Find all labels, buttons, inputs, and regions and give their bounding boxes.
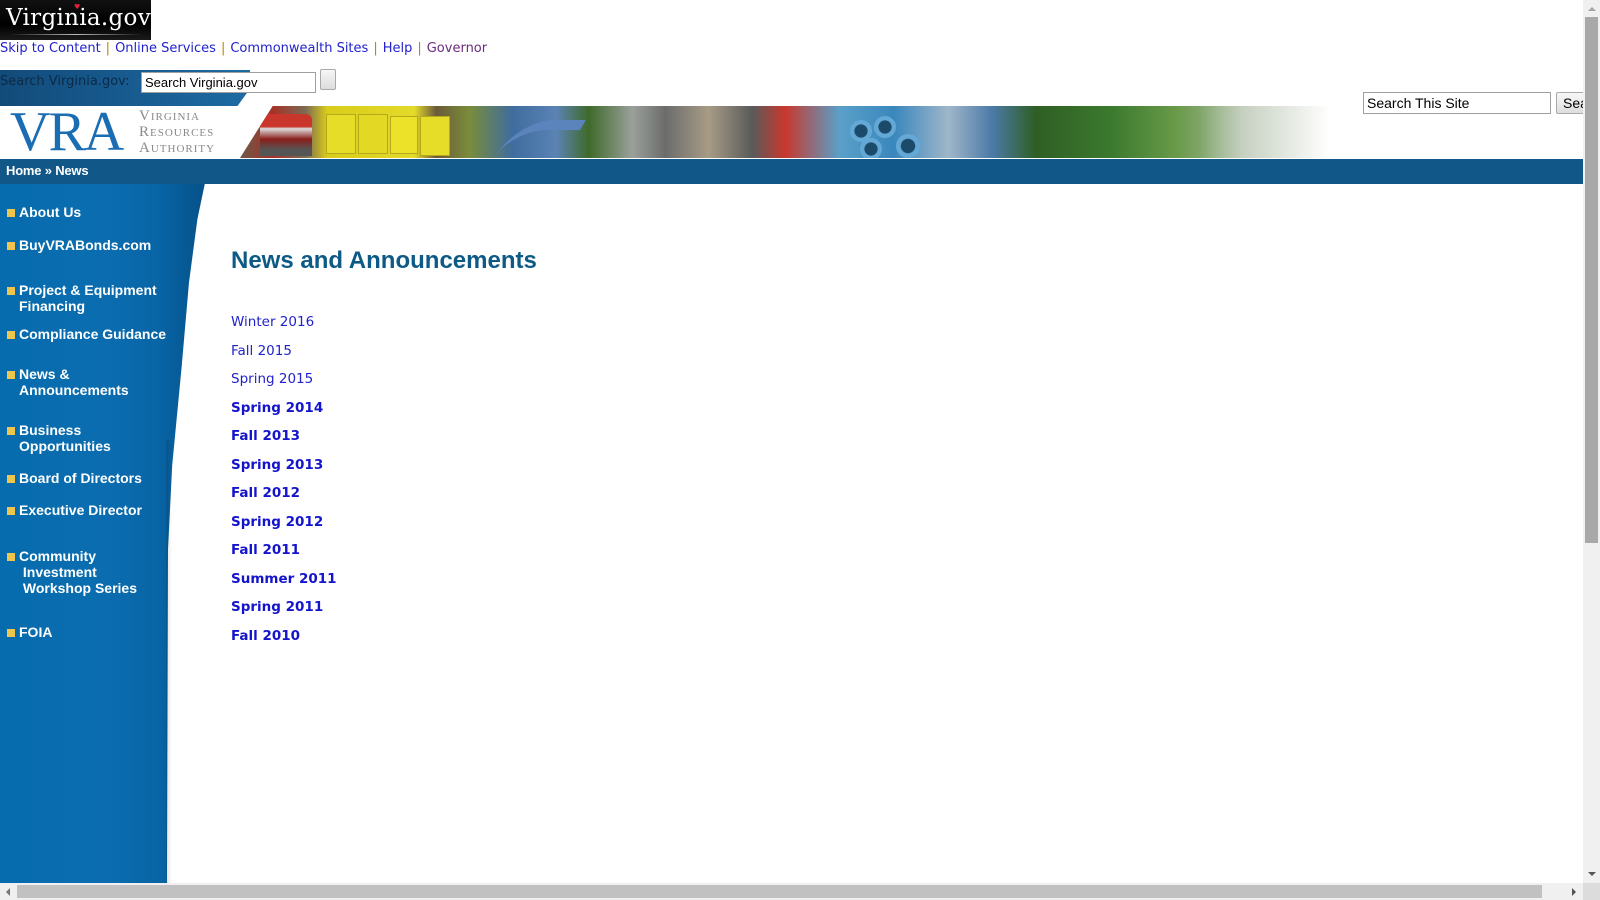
sidebar-item-project-financing[interactable]: Project & Equipment Financing	[7, 282, 157, 314]
square-bullet-icon	[7, 331, 15, 339]
recycling-bin	[358, 114, 388, 154]
square-bullet-icon	[7, 371, 15, 379]
sidebar-item-label: Community Investment Workshop Series	[19, 548, 138, 596]
newsletter-link[interactable]: Spring 2012	[231, 513, 323, 531]
square-bullet-icon	[7, 553, 15, 561]
recycling-bins-image	[326, 114, 356, 154]
header-photo-banner	[240, 106, 1330, 158]
org-name-line: Authority	[139, 140, 216, 156]
vertical-scrollbar[interactable]	[1583, 0, 1600, 883]
newsletter-link[interactable]: Spring 2015	[231, 370, 313, 388]
sidebar-item-label: Project & Equipment Financing	[19, 282, 157, 314]
page-title: News and Announcements	[231, 247, 537, 274]
scroll-right-arrow-icon[interactable]	[1566, 883, 1583, 900]
skip-to-content-link[interactable]: Skip to Content	[0, 41, 101, 56]
newsletter-link[interactable]: Spring 2014	[231, 399, 323, 417]
sidebar-item-business-opportunities[interactable]: Business Opportunities	[7, 422, 111, 454]
recycling-bin	[420, 116, 450, 156]
square-bullet-icon	[7, 209, 15, 217]
virginia-gov-search-label: Search Virginia.gov:	[0, 74, 130, 89]
breadcrumb: Home » News	[6, 163, 89, 179]
site-search-input[interactable]	[1363, 92, 1551, 114]
portal-links: Skip to Content | Online Services | Commonwe…	[0, 40, 487, 57]
square-bullet-icon	[7, 242, 15, 250]
sidebar-item-compliance-guidance[interactable]: Compliance Guidance	[7, 326, 166, 342]
square-bullet-icon	[7, 507, 15, 515]
pipe	[860, 138, 882, 158]
newsletter-link[interactable]: Spring 2013	[231, 456, 323, 474]
sidebar-shadow	[166, 440, 172, 887]
newsletter-link[interactable]: Fall 2011	[231, 541, 300, 559]
winding-road-image	[494, 120, 586, 158]
scroll-up-arrow-icon[interactable]	[1583, 0, 1600, 17]
virginia-gov-search-button[interactable]	[320, 69, 336, 90]
help-link[interactable]: Help	[383, 41, 413, 56]
recycling-bin	[390, 116, 418, 154]
separator: |	[417, 41, 422, 56]
governor-link[interactable]: Governor	[427, 41, 487, 56]
vra-logo[interactable]: VRA	[10, 104, 124, 160]
pipe	[896, 134, 920, 158]
sidebar-item-foia[interactable]: FOIA	[7, 624, 52, 640]
heart-icon: ♥	[74, 3, 81, 11]
sidebar-item-label: Executive Director	[19, 502, 142, 518]
sidebar-item-label: BuyVRABonds.com	[19, 237, 152, 253]
pipe	[874, 116, 896, 138]
scrollbar-corner	[1583, 883, 1600, 900]
sidebar-item-buy-vra-bonds[interactable]: BuyVRABonds.com	[7, 237, 151, 253]
newsletter-link[interactable]: Summer 2011	[231, 570, 337, 588]
online-services-link[interactable]: Online Services	[115, 41, 216, 56]
square-bullet-icon	[7, 629, 15, 637]
sidebar-item-label: Compliance Guidance	[19, 326, 167, 342]
virginia-gov-search-input[interactable]	[141, 72, 316, 93]
scroll-left-arrow-icon[interactable]	[0, 883, 17, 900]
breadcrumb-bar: Home » News	[0, 159, 1583, 184]
sidebar-item-label: Business Opportunities	[19, 422, 111, 454]
sidebar-item-community-investment-workshop[interactable]: Community Investment Workshop Series	[7, 548, 137, 596]
newsletter-link[interactable]: Fall 2012	[231, 484, 300, 502]
breadcrumb-separator: »	[44, 163, 52, 178]
separator: |	[373, 41, 378, 56]
horizontal-scroll-thumb[interactable]	[17, 885, 1542, 898]
newsletter-link[interactable]: Fall 2015	[231, 342, 292, 360]
sidebar-item-executive-director[interactable]: Executive Director	[7, 502, 142, 518]
separator: |	[105, 41, 111, 56]
commonwealth-sites-link[interactable]: Commonwealth Sites	[230, 41, 368, 56]
org-name-line: Virginia	[139, 108, 200, 124]
horizontal-scrollbar[interactable]	[0, 883, 1583, 900]
sidebar-item-label: About Us	[19, 204, 82, 220]
newsletter-link[interactable]: Winter 2016	[231, 313, 314, 331]
square-bullet-icon	[7, 475, 15, 483]
breadcrumb-home[interactable]: Home	[6, 163, 42, 178]
square-bullet-icon	[7, 287, 15, 295]
sidebar-item-news-announcements[interactable]: News & Announcements	[7, 366, 129, 398]
sidebar-item-label: Board of Directors	[19, 470, 142, 486]
newsletter-link[interactable]: Fall 2010	[231, 627, 300, 645]
sidebar-item-label: FOIA	[19, 624, 53, 640]
org-name-line: Resources	[139, 124, 215, 140]
newsletter-link[interactable]: Fall 2013	[231, 427, 300, 445]
newsletter-link[interactable]: Spring 2011	[231, 598, 323, 616]
scroll-down-arrow-icon[interactable]	[1583, 866, 1600, 883]
sidebar-item-about-us[interactable]: About Us	[7, 204, 81, 220]
square-bullet-icon	[7, 427, 15, 435]
vertical-scroll-thumb[interactable]	[1585, 17, 1598, 543]
sidebar-item-label: News & Announcements	[19, 366, 129, 398]
sidebar-item-board-of-directors[interactable]: Board of Directors	[7, 470, 142, 486]
vra-org-name: Virginia Resources Authority	[139, 109, 215, 157]
fire-truck-image	[260, 114, 312, 156]
separator: |	[220, 41, 226, 56]
virginia-gov-logo[interactable]: Virginia.gov ♥	[0, 0, 151, 40]
breadcrumb-current: News	[55, 163, 89, 178]
